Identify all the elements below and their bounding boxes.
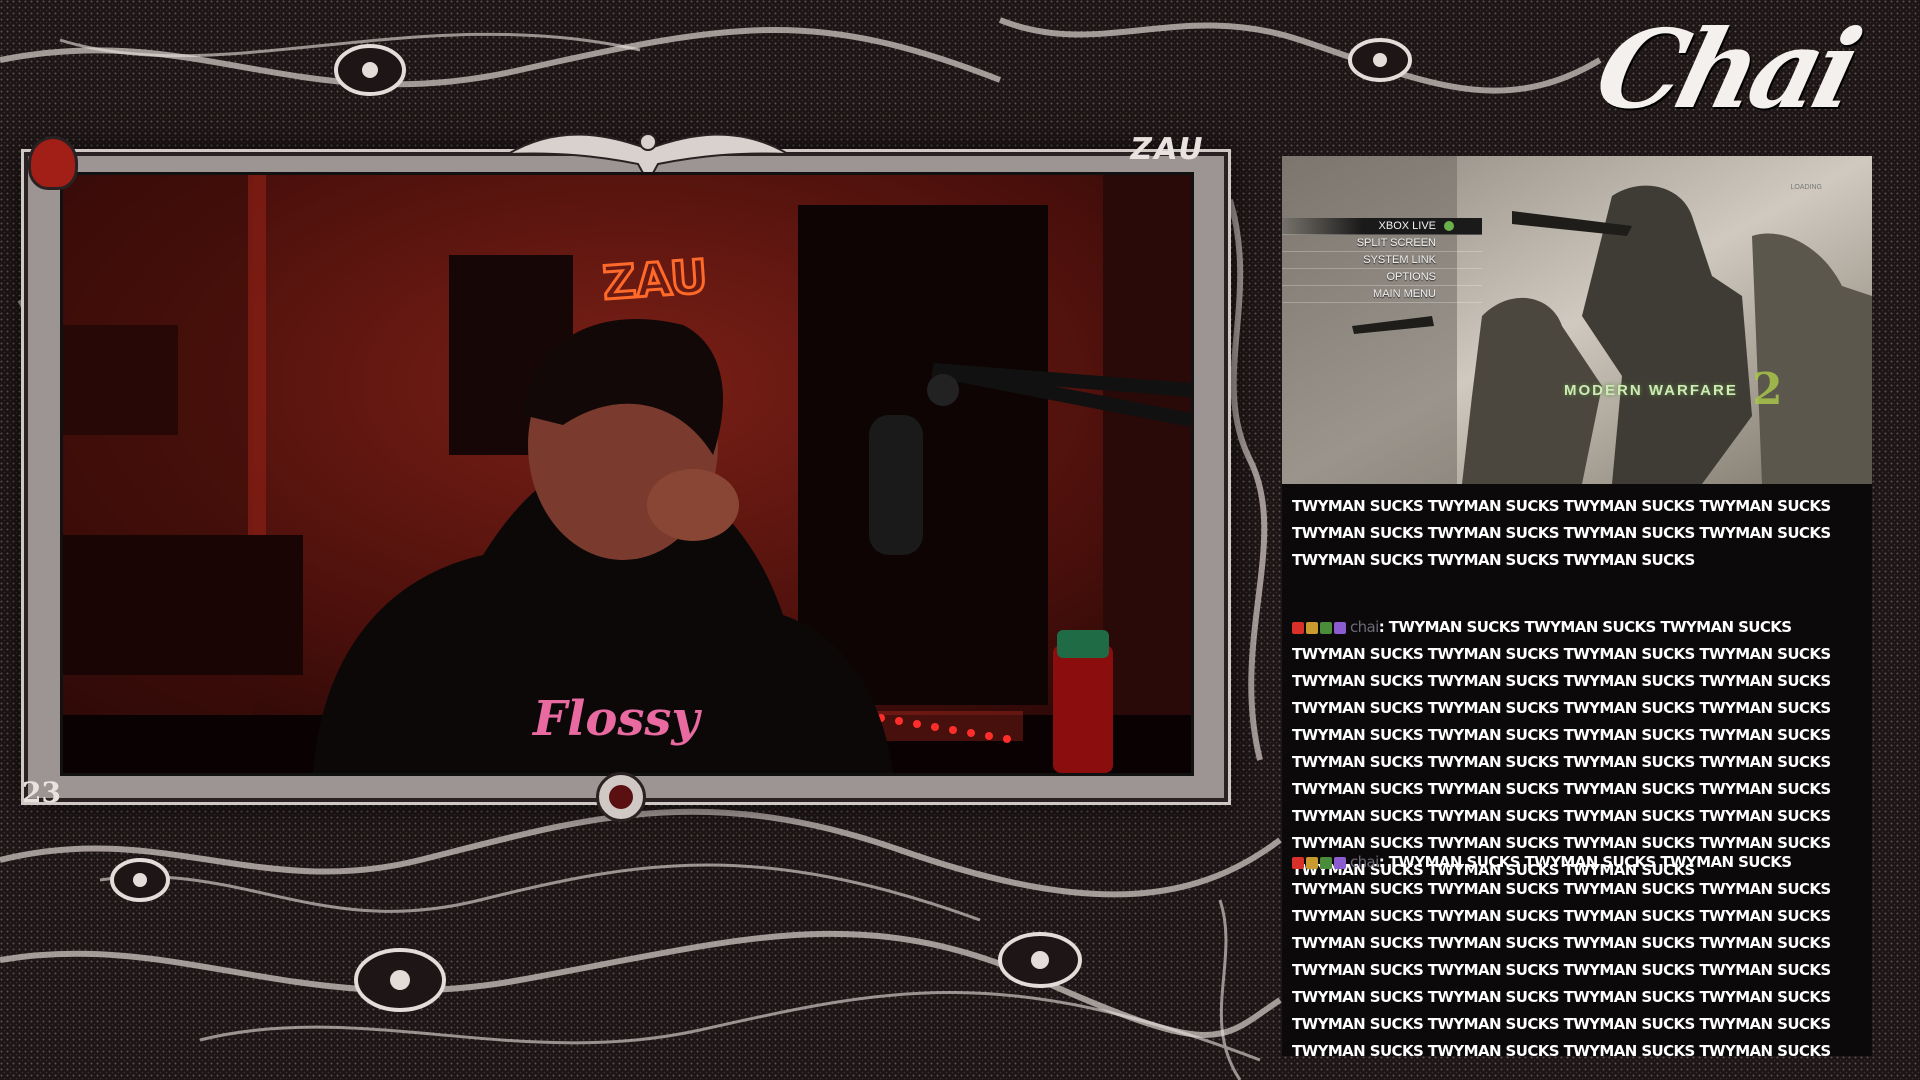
online-status-icon xyxy=(1444,221,1454,231)
broadcaster-badge-icon xyxy=(1292,621,1304,634)
frame-number: 23 xyxy=(22,776,61,809)
menu-item-main-menu[interactable]: MAIN MENU xyxy=(1282,286,1482,303)
chat-badges xyxy=(1292,849,1348,876)
frame-knob-ornament xyxy=(596,772,646,822)
loading-label: LOADING xyxy=(1790,184,1822,191)
rose-ornament-icon xyxy=(28,136,78,190)
menu-item-xbox-live[interactable]: XBOX LIVE xyxy=(1282,218,1482,235)
streamer-logo: Chai xyxy=(1584,7,1868,133)
chat-message-text: TWYMAN SUCKS TWYMAN SUCKS TWYMAN SUCKS T… xyxy=(1292,853,1831,1056)
chat-badges xyxy=(1292,614,1348,641)
subscriber-badge-icon xyxy=(1306,856,1318,869)
game-scene xyxy=(1282,156,1872,484)
neon-sign: ZAU xyxy=(601,249,709,310)
chat-overlay: TWYMAN SUCKS TWYMAN SUCKS TWYMAN SUCKS T… xyxy=(1282,484,1872,1056)
chat-message: TWYMAN SUCKS TWYMAN SUCKS TWYMAN SUCKS T… xyxy=(1292,484,1864,574)
game-title: MODERN WARFARE xyxy=(1564,382,1738,399)
webcam-frame: Flossy ZAU xyxy=(24,133,1228,822)
hoodie-print: Flossy xyxy=(531,691,702,747)
prime-badge-icon xyxy=(1320,856,1332,869)
chat-message-text: TWYMAN SUCKS TWYMAN SUCKS TWYMAN SUCKS T… xyxy=(1292,484,1831,569)
chat-message-text: TWYMAN SUCKS TWYMAN SUCKS TWYMAN SUCKS T… xyxy=(1292,618,1831,879)
menu-item-label: XBOX LIVE xyxy=(1378,220,1436,232)
webcam-feed: Flossy ZAU xyxy=(60,172,1194,776)
chat-username[interactable]: chai xyxy=(1350,853,1379,871)
verified-badge-icon xyxy=(1334,621,1346,634)
chat-separator: : xyxy=(1378,618,1385,636)
frame-logo-tag: ZAU xyxy=(1126,132,1208,167)
subscriber-badge-icon xyxy=(1306,621,1318,634)
webcam-scene: Flossy ZAU xyxy=(63,175,1191,773)
menu-item-split-screen[interactable]: SPLIT SCREEN xyxy=(1282,235,1482,252)
chat-username[interactable]: chai xyxy=(1350,618,1379,636)
game-main-menu: XBOX LIVE SPLIT SCREEN SYSTEM LINK OPTIO… xyxy=(1282,218,1482,303)
broadcaster-badge-icon xyxy=(1292,856,1304,869)
chat-message: chai: TWYMAN SUCKS TWYMAN SUCKS TWYMAN S… xyxy=(1292,614,1864,884)
game-capture: LOADING XBOX LIVE SPLIT SCREEN SYSTEM LI… xyxy=(1282,156,1872,484)
verified-badge-icon xyxy=(1334,856,1346,869)
menu-item-options[interactable]: OPTIONS xyxy=(1282,269,1482,286)
chat-separator: : xyxy=(1378,853,1385,871)
menu-item-system-link[interactable]: SYSTEM LINK xyxy=(1282,252,1482,269)
game-title-numeral: 2 xyxy=(1752,364,1783,415)
chat-message: chai: TWYMAN SUCKS TWYMAN SUCKS TWYMAN S… xyxy=(1292,849,1864,1056)
prime-badge-icon xyxy=(1320,621,1332,634)
